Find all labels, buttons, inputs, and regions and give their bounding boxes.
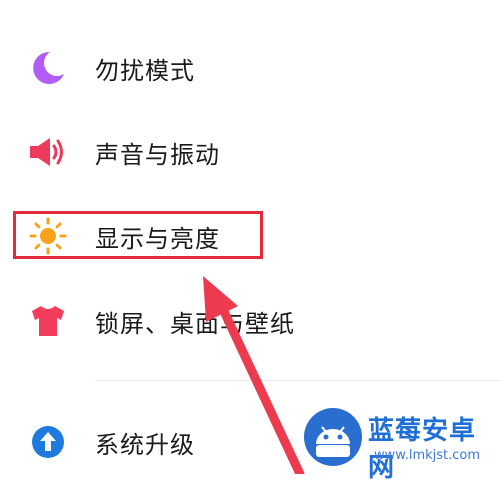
android-logo-icon bbox=[304, 408, 362, 466]
watermark: 蓝莓安卓网 www.lmkjst.com bbox=[302, 406, 492, 483]
pointer-arrow bbox=[203, 276, 305, 474]
watermark-url: www.lmkjst.com bbox=[374, 448, 481, 463]
watermark-brand: 蓝莓安卓网 bbox=[368, 416, 477, 483]
